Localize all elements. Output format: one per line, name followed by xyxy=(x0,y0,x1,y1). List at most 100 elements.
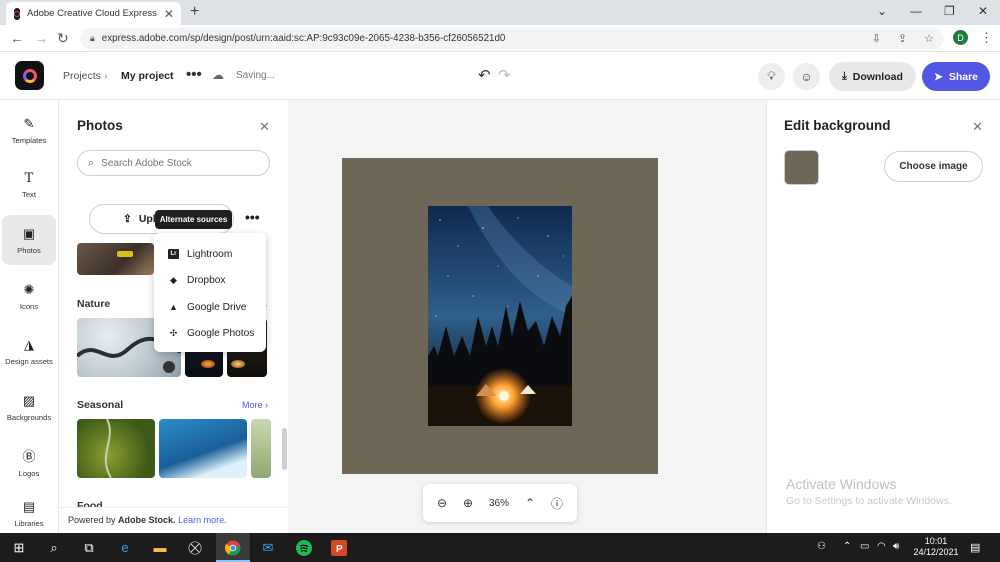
cloud-sync-icon: ☁ xyxy=(212,68,224,82)
photo-thumbnail[interactable] xyxy=(159,419,247,478)
share-label: Share xyxy=(948,70,978,83)
close-tab-icon[interactable]: ✕ xyxy=(164,7,174,21)
mail-icon[interactable]: ✉ xyxy=(257,537,279,558)
canvas-photo[interactable] xyxy=(428,206,572,426)
close-panel-icon[interactable]: ✕ xyxy=(972,119,983,135)
redo-icon[interactable]: ↷ xyxy=(498,66,511,84)
rail-item-libraries[interactable]: ▤ Libraries xyxy=(2,493,56,533)
search-field[interactable]: ⌕ xyxy=(77,150,270,176)
back-icon[interactable]: ← xyxy=(10,30,24,46)
alternate-sources-more-icon[interactable]: ••• xyxy=(245,209,260,225)
menu-item-dropbox[interactable]: ◆ Dropbox xyxy=(154,268,266,295)
store-icon[interactable]: ⛒ xyxy=(184,537,206,558)
menu-item-google-drive[interactable]: ▲ Google Drive xyxy=(154,294,266,321)
edge-icon[interactable]: e xyxy=(114,537,136,558)
bookmark-star-icon[interactable]: ☆ xyxy=(924,32,934,45)
chevron-up-icon[interactable]: ⌃ xyxy=(525,496,535,510)
browser-menu-icon[interactable]: ⋮ xyxy=(980,30,993,46)
rail-item-photos[interactable]: ▣ Photos xyxy=(2,215,56,265)
menu-item-lightroom[interactable]: Lr Lightroom xyxy=(154,241,266,268)
background-color-swatch[interactable] xyxy=(784,150,819,185)
zoom-in-icon[interactable]: ⊕ xyxy=(463,496,473,510)
spotify-icon[interactable] xyxy=(293,537,315,558)
info-icon[interactable]: ⓘ xyxy=(551,495,563,512)
rail-item-backgrounds[interactable]: ▨ Backgrounds xyxy=(2,382,56,432)
menu-item-label: Google Photos xyxy=(187,328,255,340)
activate-windows-title: Activate Windows xyxy=(786,476,897,492)
wifi-icon[interactable]: ◠ xyxy=(877,541,886,552)
seasonal-more-link[interactable]: More › xyxy=(242,400,268,410)
close-window-icon[interactable]: ✕ xyxy=(978,4,988,18)
more-options-icon[interactable]: ••• xyxy=(186,66,202,83)
powered-by-note: Powered by Adobe Stock. Learn more. xyxy=(59,507,288,533)
rail-item-design-assets[interactable]: ◮ Design assets xyxy=(2,326,56,376)
search-icon[interactable]: ⌕ xyxy=(43,537,65,558)
svg-text:P: P xyxy=(336,544,343,555)
chrome-icon[interactable] xyxy=(222,537,244,558)
rail-item-text[interactable]: T Text xyxy=(2,160,56,210)
rail-label: Design assets xyxy=(5,356,53,366)
powerpoint-icon[interactable]: P xyxy=(328,537,350,558)
templates-icon: ✎ xyxy=(23,115,35,131)
breadcrumb-projects[interactable]: Projects xyxy=(63,70,101,82)
google-drive-icon: ▲ xyxy=(169,302,178,313)
share-button[interactable]: ➤ Share xyxy=(922,62,990,91)
clock-time: 10:01 xyxy=(924,536,948,546)
invite-user-icon[interactable]: ☺ xyxy=(793,63,820,90)
share-icon: ➤ xyxy=(934,70,943,83)
download-button[interactable]: ⤓ Download xyxy=(829,62,916,91)
alternate-sources-menu: Lr Lightroom ◆ Dropbox ▲ Google Drive ✣ … xyxy=(154,233,266,352)
windows-start-icon[interactable]: ⊞ xyxy=(8,537,30,558)
taskbar-clock[interactable]: 10:01 24/12/2021 xyxy=(912,536,960,558)
new-tab-icon[interactable]: + xyxy=(190,3,199,21)
forward-icon[interactable]: → xyxy=(34,30,48,46)
browser-tab[interactable]: Adobe Creative Cloud Express ✕ xyxy=(6,2,181,25)
people-icon[interactable]: ⚇ xyxy=(817,541,826,552)
photo-thumbnail[interactable] xyxy=(77,419,155,478)
volume-icon[interactable]: 🔊︎ xyxy=(893,541,899,552)
reload-icon[interactable]: ↻ xyxy=(57,30,69,47)
file-explorer-icon[interactable]: ▬ xyxy=(149,537,171,558)
zoom-out-icon[interactable]: ⊖ xyxy=(437,496,447,510)
backgrounds-icon: ▨ xyxy=(22,392,36,408)
photo-thumbnail[interactable] xyxy=(77,243,154,275)
notifications-icon[interactable]: ▤ xyxy=(970,541,980,554)
windows-taskbar: ⊞ ⌕ ⧉ e ▬ ⛒ ✉ P ⚇ ⌃ ▭ ◠ 🔊︎ 10:01 24/12/2… xyxy=(0,533,1000,562)
left-rail: ✎ Templates T Text ▣ Photos ✺ Icons ◮ De… xyxy=(0,100,59,533)
menu-item-label: Google Drive xyxy=(187,301,247,313)
battery-icon[interactable]: ▭ xyxy=(860,541,869,552)
tab-search-icon[interactable]: ⌄ xyxy=(877,4,887,18)
menu-item-google-photos[interactable]: ✣ Google Photos xyxy=(154,321,266,348)
cc-express-logo[interactable] xyxy=(15,61,44,90)
share-page-icon[interactable]: ⇪ xyxy=(898,32,907,45)
close-panel-icon[interactable]: ✕ xyxy=(259,119,270,135)
design-page[interactable] xyxy=(342,158,658,474)
install-app-icon[interactable]: ⇩ xyxy=(872,32,881,45)
rail-item-templates[interactable]: ✎ Templates xyxy=(2,105,56,155)
download-label: Download xyxy=(852,70,903,83)
task-view-icon[interactable]: ⧉ xyxy=(78,537,100,558)
rail-label: Photos xyxy=(17,245,41,255)
section-title-nature: Nature xyxy=(77,298,111,310)
learn-more-link[interactable]: Learn more. xyxy=(178,515,227,525)
icons-icon: ✺ xyxy=(23,281,35,297)
choose-image-button[interactable]: Choose image xyxy=(884,151,983,182)
tips-lightbulb-icon[interactable]: 💡︎ xyxy=(758,63,785,90)
photo-thumbnail[interactable] xyxy=(251,419,271,478)
zoom-level[interactable]: 36% xyxy=(489,498,509,509)
url-field[interactable]: 🔒︎ express.adobe.com/sp/design/post/urn:… xyxy=(80,28,944,49)
rail-item-icons[interactable]: ✺ Icons xyxy=(2,271,56,321)
breadcrumb-current[interactable]: My project xyxy=(121,70,174,82)
panel-scrollbar[interactable] xyxy=(282,428,287,470)
menu-item-label: Lightroom xyxy=(187,248,233,260)
minimize-icon[interactable]: — xyxy=(910,4,922,18)
rail-item-logos[interactable]: Ⓑ Logos xyxy=(2,437,56,487)
profile-avatar[interactable]: D xyxy=(953,30,968,45)
undo-icon[interactable]: ↶ xyxy=(478,66,491,84)
panel-title: Photos xyxy=(77,118,123,133)
lightroom-icon: Lr xyxy=(168,249,179,260)
restore-icon[interactable]: ❐ xyxy=(944,4,955,18)
menu-item-label: Dropbox xyxy=(187,275,226,287)
search-input[interactable] xyxy=(101,157,252,169)
chevron-up-icon[interactable]: ⌃ xyxy=(843,541,851,552)
